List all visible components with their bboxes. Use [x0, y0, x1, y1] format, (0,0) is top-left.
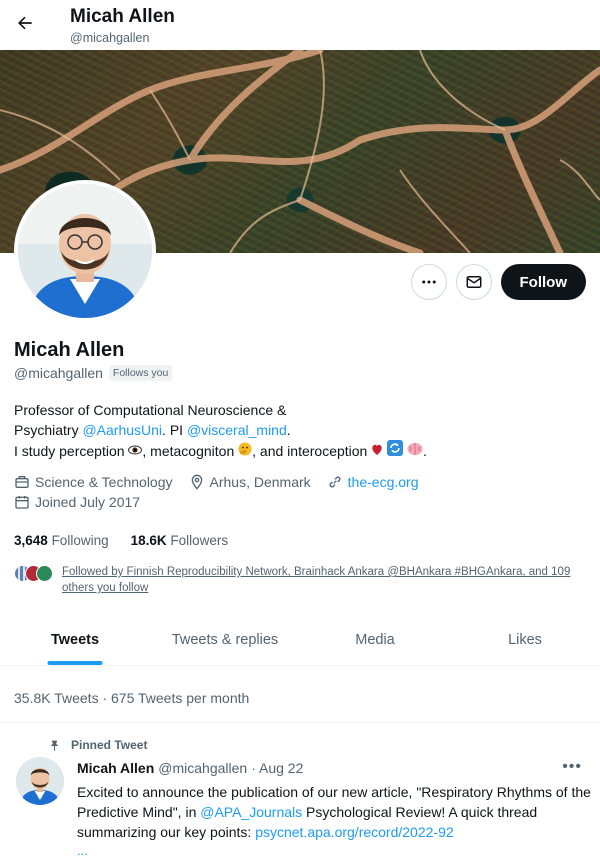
tweet-body[interactable]: Excited to announce the publication of o… [77, 782, 592, 842]
tab-tweets[interactable]: Tweets [0, 618, 150, 665]
anatomical-heart-emoji-icon [371, 442, 383, 462]
website-item: the-ecg.org [327, 472, 419, 492]
tab-media[interactable]: Media [300, 618, 450, 665]
profile-avatar[interactable] [14, 180, 156, 322]
profile-meta: Science & Technology Arhus, Denmark the-… [14, 472, 584, 512]
following-count: 3,648 [14, 533, 48, 548]
category-text: Science & Technology [35, 474, 173, 490]
briefcase-icon [15, 476, 29, 488]
location-pin-icon [191, 474, 202, 490]
tweet-link-ellipsis: ... [77, 843, 88, 858]
back-arrow-icon[interactable] [12, 10, 38, 36]
header-handle: @micahgallen [70, 31, 150, 45]
tweet-author-name[interactable]: Micah Allen [77, 760, 154, 776]
bio-text: , metacogniton [142, 443, 239, 459]
tweet-more-icon[interactable]: ••• [562, 758, 582, 776]
follow-counts: 3,648 Following 18.6K Followers [14, 533, 228, 548]
tab-likes[interactable]: Likes [450, 618, 600, 665]
more-dots-icon [421, 280, 436, 284]
bio-line-2: Psychiatry @AarhusUni. PI @visceral_mind… [14, 421, 584, 441]
more-options-button[interactable] [410, 264, 447, 300]
profile-name: Micah Allen [14, 339, 125, 361]
top-bar: Micah Allen @micahgallen [0, 0, 600, 50]
tab-tweets-replies[interactable]: Tweets & replies [150, 618, 300, 665]
following-count-link[interactable]: 3,648 Following [14, 533, 109, 548]
tweet-author-avatar[interactable] [16, 757, 64, 805]
pin-icon [50, 740, 59, 751]
handle-row: @micahgallen Follows you [14, 365, 173, 381]
following-label: Following [51, 533, 109, 548]
header-name: Micah Allen [70, 6, 175, 27]
eye-emoji-icon [128, 442, 143, 462]
follow-button[interactable]: Follow [500, 264, 586, 300]
divider [0, 722, 600, 723]
tweet-author-handle[interactable]: @micahgallen [158, 760, 247, 776]
bio-text: . [286, 421, 291, 438]
bio-text: I study perception [14, 443, 129, 459]
bio-text: . [423, 443, 427, 459]
aarhusuni-link[interactable]: @AarhusUni [82, 422, 162, 438]
profile-tabs: Tweets Tweets & replies Media Likes [0, 618, 600, 666]
profile-handle: @micahgallen [14, 365, 103, 381]
followers-label: Followers [170, 533, 229, 548]
followers-count-link[interactable]: 18.6K Followers [131, 533, 229, 548]
followed-by-text[interactable]: Followed by Finnish Reproducibility Netw… [62, 564, 584, 596]
tweet-summary: 35.8K Tweets · 675 Tweets per month [14, 690, 250, 706]
location-text: Arhus, Denmark [209, 474, 311, 490]
tweet-header: Micah Allen @micahgallen · Aug 22 [77, 760, 303, 776]
profile-actions: Follow [410, 264, 586, 300]
refresh-emoji-icon [387, 440, 404, 462]
bio-line-3: I study perception , metacogniton , and … [14, 440, 584, 462]
visceral-mind-link[interactable]: @visceral_mind [187, 422, 287, 438]
pinned-label: Pinned Tweet [48, 738, 147, 752]
tweet-link[interactable]: psycnet.apa.org/record/2022-92 [255, 824, 453, 840]
bio-line-1: Professor of Computational Neuroscience … [14, 402, 287, 418]
profile-bio: Professor of Computational Neuroscience … [14, 401, 584, 462]
joined-item: Joined July 2017 [14, 492, 140, 512]
location-item: Arhus, Denmark [189, 472, 311, 492]
website-link[interactable]: the-ecg.org [348, 472, 419, 492]
thinking-face-emoji-icon [238, 442, 252, 462]
followers-count: 18.6K [130, 533, 167, 548]
message-button[interactable] [455, 264, 492, 300]
pinned-text: Pinned Tweet [71, 738, 148, 752]
tweet-date[interactable]: · Aug 22 [251, 760, 303, 776]
brain-emoji-icon [407, 442, 423, 462]
bio-text: , and interoception [252, 443, 372, 459]
mini-avatar [36, 565, 53, 582]
envelope-icon [466, 276, 481, 288]
followed-by-avatars [14, 565, 54, 583]
link-icon [329, 476, 341, 488]
follows-you-badge: Follows you [108, 365, 173, 381]
category-item: Science & Technology [14, 472, 173, 492]
calendar-icon [15, 496, 29, 509]
bio-text: Psychiatry [14, 421, 83, 438]
followed-by[interactable]: Followed by Finnish Reproducibility Netw… [14, 564, 584, 596]
joined-text: Joined July 2017 [35, 494, 141, 510]
apa-journals-mention[interactable]: @APA_Journals [200, 804, 302, 820]
bio-text: . PI [162, 421, 187, 438]
